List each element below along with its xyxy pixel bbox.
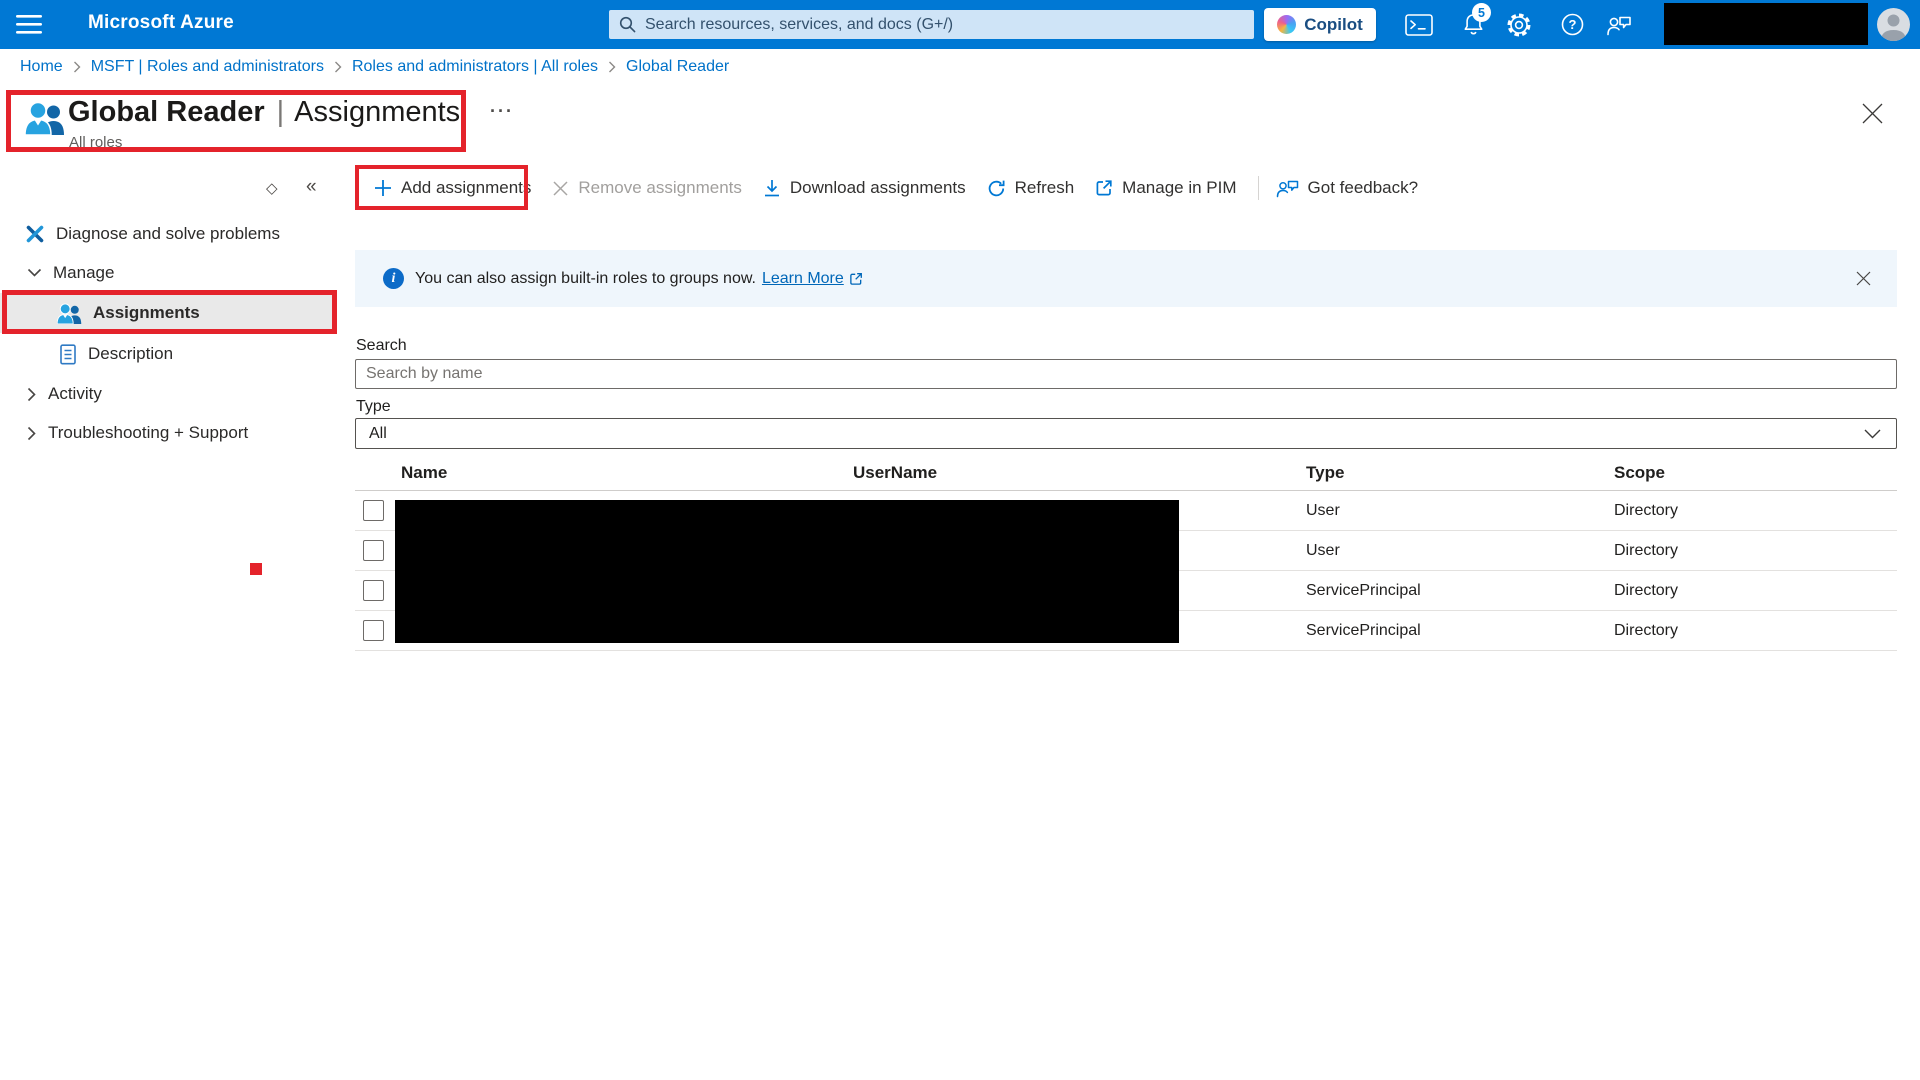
- sidebar-item-description[interactable]: Description: [0, 334, 345, 374]
- search-icon: [619, 16, 636, 33]
- chevron-right-icon: [27, 387, 37, 402]
- cell-type: ServicePrincipal: [1306, 582, 1614, 600]
- cell-scope: Directory: [1614, 502, 1897, 520]
- chevron-right-icon: [73, 61, 81, 73]
- remove-assignments-button[interactable]: Remove assignments: [552, 178, 741, 198]
- banner-text: You can also assign built-in roles to gr…: [415, 270, 756, 288]
- chevron-right-icon: [27, 426, 37, 441]
- got-feedback-button[interactable]: Got feedback?: [1276, 178, 1419, 198]
- toolbar-divider: [1258, 176, 1259, 200]
- diagnose-tools-icon: [25, 224, 45, 244]
- chevron-down-icon: [27, 268, 42, 278]
- x-icon: [552, 180, 569, 197]
- feedback-icon[interactable]: [1600, 0, 1638, 49]
- global-search-input[interactable]: [645, 16, 1244, 34]
- copilot-icon: [1277, 15, 1296, 34]
- role-members-icon: [25, 101, 65, 135]
- page-title-role: Global Reader: [68, 96, 265, 128]
- chevron-down-icon: [1864, 429, 1881, 439]
- brand-title: Microsoft Azure: [88, 12, 234, 34]
- more-options-icon[interactable]: ···: [490, 101, 514, 122]
- annotation-red-dot: [250, 563, 262, 575]
- notification-count-badge: 5: [1472, 3, 1491, 22]
- copilot-button[interactable]: Copilot: [1264, 8, 1376, 41]
- cell-type: ServicePrincipal: [1306, 622, 1614, 640]
- azure-portal-window: Microsoft Azure Copilot 5 ?: [0, 0, 1920, 1080]
- cloud-shell-icon[interactable]: [1402, 0, 1436, 49]
- cell-scope: Directory: [1614, 542, 1897, 560]
- dock-menu-icon[interactable]: ◇: [266, 179, 278, 197]
- account-info-redacted: [1664, 3, 1868, 45]
- svg-text:?: ?: [1568, 17, 1576, 32]
- chevron-right-icon: [608, 61, 616, 73]
- row-checkbox[interactable]: [363, 540, 384, 561]
- banner-close-icon[interactable]: [1856, 271, 1871, 286]
- cell-scope: Directory: [1614, 622, 1897, 640]
- search-filter-label: Search: [356, 337, 407, 355]
- assignments-members-icon: [57, 303, 82, 324]
- external-link-icon: [849, 272, 863, 286]
- cell-scope: Directory: [1614, 582, 1897, 600]
- refresh-button[interactable]: Refresh: [987, 178, 1075, 198]
- page-title-section: Assignments: [294, 96, 460, 128]
- help-icon[interactable]: ?: [1556, 0, 1588, 49]
- command-bar: Add assignments Remove assignments Downl…: [374, 167, 1439, 209]
- column-header-name: Name: [395, 463, 853, 483]
- sidebar-item-diagnose[interactable]: Diagnose and solve problems: [0, 214, 345, 254]
- table-header-row: Name UserName Type Scope: [355, 455, 1897, 491]
- breadcrumb-current: Global Reader: [626, 58, 729, 76]
- column-header-type: Type: [1306, 463, 1614, 483]
- external-link-icon: [1095, 179, 1113, 197]
- learn-more-link[interactable]: Learn More: [762, 270, 844, 288]
- document-icon: [59, 344, 77, 365]
- cell-type: User: [1306, 502, 1614, 520]
- column-header-username: UserName: [853, 463, 1306, 483]
- hamburger-menu-icon[interactable]: [16, 14, 42, 35]
- cell-type: User: [1306, 542, 1614, 560]
- sidebar-group-manage[interactable]: Manage: [0, 253, 345, 293]
- sidebar-group-troubleshooting[interactable]: Troubleshooting + Support: [0, 413, 345, 453]
- manage-in-pim-button[interactable]: Manage in PIM: [1095, 178, 1236, 198]
- feedback-icon: [1276, 179, 1299, 198]
- collapse-sidebar-icon[interactable]: «: [306, 176, 317, 198]
- page-title-separator: |: [265, 96, 295, 128]
- account-avatar[interactable]: [1877, 8, 1910, 41]
- close-blade-icon[interactable]: [1862, 103, 1883, 124]
- sidebar-item-assignments[interactable]: Assignments: [0, 293, 337, 333]
- column-header-scope: Scope: [1614, 463, 1897, 483]
- chevron-right-icon: [334, 61, 342, 73]
- settings-gear-icon[interactable]: [1502, 0, 1536, 49]
- breadcrumb-all-roles[interactable]: Roles and administrators | All roles: [352, 58, 598, 76]
- page-subtitle: All roles: [69, 134, 122, 151]
- plus-icon: [374, 179, 392, 197]
- type-dropdown-value: All: [369, 425, 387, 443]
- breadcrumb-roles-admins[interactable]: MSFT | Roles and administrators: [91, 58, 324, 76]
- refresh-icon: [987, 179, 1006, 198]
- breadcrumb-home[interactable]: Home: [20, 58, 63, 76]
- search-by-name-input[interactable]: [355, 359, 1897, 389]
- global-search-box[interactable]: [609, 10, 1254, 39]
- copilot-label: Copilot: [1304, 15, 1363, 35]
- type-filter-label: Type: [356, 398, 391, 416]
- top-bar: Microsoft Azure Copilot 5 ?: [0, 0, 1920, 49]
- breadcrumb: Home MSFT | Roles and administrators Rol…: [20, 58, 729, 76]
- page-title: Global Reader|Assignments: [68, 96, 460, 129]
- info-icon: i: [383, 268, 404, 289]
- type-dropdown[interactable]: All: [355, 418, 1897, 449]
- sidebar-group-activity[interactable]: Activity: [0, 374, 345, 414]
- row-checkbox[interactable]: [363, 620, 384, 641]
- download-icon: [763, 179, 781, 198]
- row-checkbox[interactable]: [363, 500, 384, 521]
- table-names-redacted: [395, 500, 1179, 643]
- download-assignments-button[interactable]: Download assignments: [763, 178, 966, 198]
- add-assignments-button[interactable]: Add assignments: [374, 178, 531, 198]
- info-banner: i You can also assign built-in roles to …: [355, 250, 1897, 307]
- row-checkbox[interactable]: [363, 580, 384, 601]
